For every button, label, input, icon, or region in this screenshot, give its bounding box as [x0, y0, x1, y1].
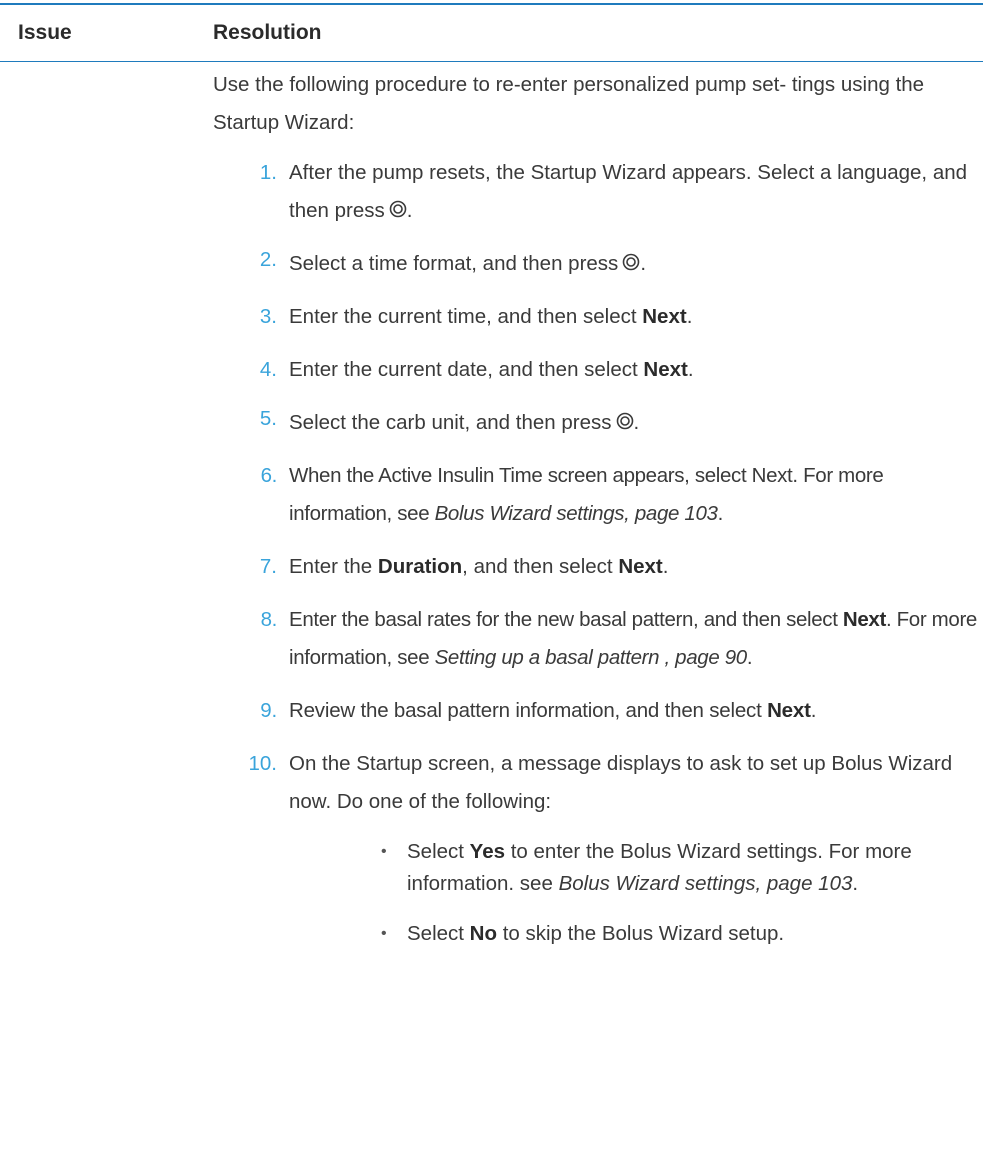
step-text: Select the carb unit, and then press — [289, 411, 612, 434]
next-label: Next — [767, 699, 811, 722]
step-number: 2. — [259, 248, 277, 271]
step-item: 3. Enter the current time, and then sele… — [213, 298, 983, 336]
select-button-icon — [623, 253, 640, 271]
step-number: 10. — [248, 752, 278, 775]
header-divider — [0, 61, 983, 62]
step-item: 8. Enter the basal rates for the new bas… — [213, 601, 983, 677]
column-header-resolution: Resolution — [213, 21, 322, 44]
select-button-icon — [389, 200, 407, 218]
step-item: 7. Enter the Duration, and then select N… — [213, 548, 983, 586]
list-item: • Select No to skip the Bolus Wizard set… — [289, 918, 983, 950]
step-text: Select a time format, and then press — [289, 252, 619, 275]
procedure-steps: 1. After the pump resets, the Startup Wi… — [213, 154, 983, 950]
cross-reference[interactable]: Bolus Wizard settings, page 103 — [559, 872, 853, 895]
step-item: 5. Select the carb unit, and then press. — [213, 404, 983, 442]
step-text: On the Startup screen, a message display… — [289, 752, 953, 813]
step-number: 9. — [260, 699, 277, 722]
step-number: 7. — [259, 555, 277, 578]
step-item: 9. Review the basal pattern information,… — [213, 692, 983, 730]
yes-label: Yes — [469, 840, 506, 863]
list-item: • Select Yes to enter the Bolus Wizard s… — [289, 836, 983, 900]
step-number: 6. — [260, 464, 278, 487]
cross-reference[interactable]: Bolus Wizard settings, page 103 — [435, 502, 718, 525]
step-number: 5. — [259, 407, 277, 430]
column-header-issue: Issue — [18, 21, 72, 44]
options-list: • Select Yes to enter the Bolus Wizard s… — [289, 836, 983, 950]
duration-label: Duration — [377, 555, 463, 578]
step-item: 4. Enter the current date, and then sele… — [213, 351, 983, 389]
step-number: 4. — [259, 358, 277, 381]
step-item: 10. On the Startup screen, a message dis… — [213, 745, 983, 821]
no-label: No — [469, 922, 497, 945]
bullet-icon: • — [381, 843, 387, 860]
select-button-icon — [616, 412, 633, 430]
next-label: Next — [842, 608, 886, 631]
resolution-cell: Use the following procedure to re-enter … — [213, 66, 983, 968]
next-label: Next — [642, 305, 687, 328]
step-number: 1. — [259, 161, 277, 184]
next-label: Next — [618, 555, 663, 578]
step-item: 1. After the pump resets, the Startup Wi… — [213, 154, 983, 230]
step-item: 2. Select a time format, and then press. — [213, 245, 983, 283]
step-number: 8. — [260, 608, 278, 631]
intro-paragraph: Use the following procedure to re-enter … — [213, 73, 925, 134]
step-number: 3. — [259, 305, 277, 328]
next-label: Next — [643, 358, 688, 381]
cross-reference[interactable]: Setting up a basal pattern , page 90 — [435, 646, 748, 669]
bullet-icon: • — [381, 925, 387, 942]
step-item: 6. When the Active Insulin Time screen a… — [213, 457, 983, 533]
table-header-row: Issue Resolution — [0, 5, 983, 61]
